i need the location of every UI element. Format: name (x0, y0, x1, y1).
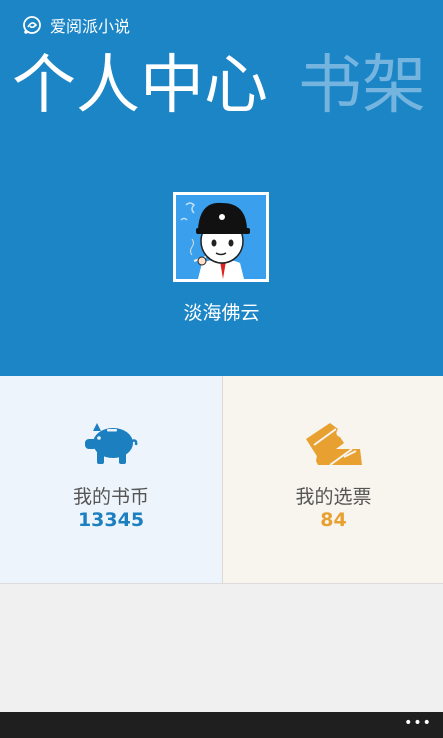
my-votes-label: 我的选票 (295, 486, 372, 508)
avatar-cartoon-icon (176, 195, 266, 279)
avatar[interactable] (173, 192, 269, 282)
app-logo-icon (23, 16, 41, 34)
my-coins-tile[interactable]: 我的书币 13345 (0, 376, 222, 583)
pivot-tab-bookshelf[interactable]: 书架 (298, 46, 426, 126)
piggy-bank-icon (85, 423, 138, 464)
divider (0, 583, 443, 584)
my-coins-label: 我的书币 (72, 486, 149, 508)
pivot-tab-profile[interactable]: 个人中心 (12, 46, 268, 126)
my-votes-value: 84 (320, 509, 347, 531)
profile-header: 爱阅派小说 个人中心 书架 淡海佛云 (0, 0, 443, 376)
app-title: 爱阅派小说 (50, 17, 131, 36)
pivot-header: 个人中心 书架 (12, 46, 426, 126)
my-coins-value: 13345 (77, 509, 145, 531)
username: 淡海佛云 (183, 302, 260, 324)
ticket-icon (305, 423, 362, 466)
app-title-bar: 爱阅派小说 (22, 13, 130, 37)
more-button[interactable]: ••• (403, 712, 433, 738)
my-votes-tile[interactable]: 我的选票 84 (222, 376, 443, 583)
app-bar: ••• (0, 712, 443, 738)
